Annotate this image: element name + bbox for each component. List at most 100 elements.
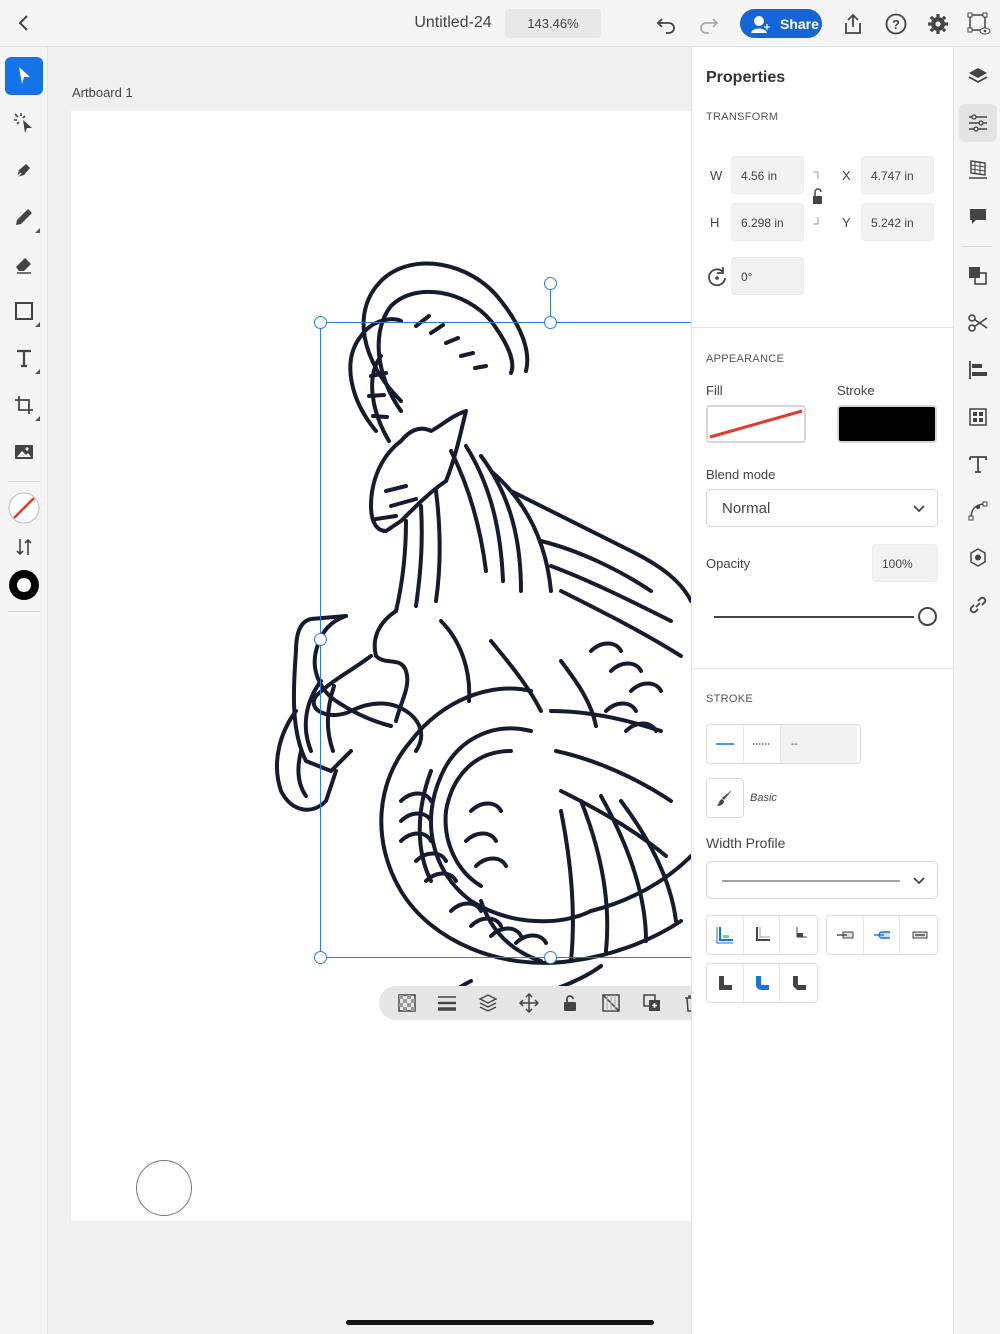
layers-icon: [968, 68, 988, 84]
align-stroke-center-icon[interactable]: [744, 916, 781, 954]
brush-icon: [707, 779, 743, 817]
transform-tool[interactable]: [5, 386, 43, 424]
opacity-field[interactable]: 100%: [872, 544, 938, 582]
x-position-field[interactable]: 4.747 in: [861, 156, 934, 194]
toolbar-divider: [8, 611, 40, 612]
miter-join-icon[interactable]: [707, 964, 744, 1002]
align-stroke-outside-icon[interactable]: [780, 916, 817, 954]
right-rail: [953, 47, 1000, 1334]
blend-mode-dropdown[interactable]: Normal: [706, 489, 938, 527]
touch-shortcut[interactable]: [136, 1160, 192, 1216]
brush-button[interactable]: [706, 778, 744, 818]
image-icon: [15, 445, 33, 459]
fill-color-swatch[interactable]: [706, 405, 806, 443]
transform-section-label: TRANSFORM: [706, 111, 779, 123]
redo-icon[interactable]: [697, 12, 721, 36]
resize-handle-left[interactable]: [314, 633, 327, 646]
magic-select-icon: [14, 113, 32, 133]
width-profile-dropdown[interactable]: [706, 861, 938, 899]
round-join-icon[interactable]: [744, 964, 781, 1002]
projecting-cap-icon[interactable]: [900, 916, 937, 954]
resize-handle-bottom[interactable]: [544, 951, 557, 964]
rotate-handle[interactable]: [544, 277, 557, 290]
symbols-icon: [970, 548, 986, 567]
export-icon[interactable]: [841, 12, 865, 36]
symbols-panel-button[interactable]: [959, 539, 997, 577]
blend-mode-value: Normal: [722, 500, 771, 517]
tool-flyout-indicator: [35, 228, 40, 233]
artboard-label[interactable]: Artboard 1: [72, 85, 133, 100]
direct-selection-tool[interactable]: [5, 104, 43, 142]
top-bar: Untitled-24 143.46% Share ?: [0, 0, 1000, 47]
butt-cap-icon[interactable]: [827, 916, 864, 954]
width-profile-label: Width Profile: [706, 835, 786, 851]
help-icon[interactable]: ?: [884, 12, 908, 36]
stroke-color-swatch[interactable]: [837, 405, 937, 443]
shape-tool[interactable]: [5, 292, 43, 330]
place-image-tool[interactable]: [5, 433, 43, 471]
chevron-down-icon: [913, 877, 925, 885]
layers-panel-button[interactable]: [959, 57, 997, 95]
grid-panel-button[interactable]: [959, 151, 997, 189]
opacity-slider-thumb[interactable]: [918, 607, 937, 626]
share-button[interactable]: Share: [740, 9, 822, 38]
round-cap-icon[interactable]: [864, 916, 901, 954]
back-chevron-icon[interactable]: [14, 11, 36, 35]
blend-mode-label: Blend mode: [706, 467, 776, 482]
zoom-level[interactable]: 143.46%: [505, 9, 601, 38]
move-icon[interactable]: [518, 992, 540, 1014]
eraser-tool[interactable]: [5, 245, 43, 283]
settings-gear-icon[interactable]: [926, 12, 950, 36]
comments-panel-button[interactable]: [959, 198, 997, 236]
pathfinder-button[interactable]: [959, 257, 997, 295]
dotted-stroke-option[interactable]: [744, 725, 781, 763]
delete-icon[interactable]: [682, 993, 691, 1013]
tool-flyout-indicator: [35, 322, 40, 327]
bevel-join-icon[interactable]: [780, 964, 817, 1002]
resize-handle-top[interactable]: [544, 316, 557, 329]
pathfinder-icon: [969, 267, 987, 285]
stroke-section-label: STROKE: [706, 693, 754, 705]
fill-swatch[interactable]: [5, 489, 43, 527]
home-indicator: [346, 1320, 654, 1325]
resize-handle-top-left[interactable]: [314, 316, 327, 329]
hide-icon[interactable]: [601, 993, 621, 1013]
undo-icon[interactable]: [654, 12, 678, 36]
rotation-field[interactable]: 0°: [731, 257, 804, 295]
type-panel-button[interactable]: [959, 445, 997, 483]
width-field[interactable]: 4.56 in: [731, 156, 804, 194]
type-tool[interactable]: [5, 339, 43, 377]
y-position-field[interactable]: 5.242 in: [861, 203, 934, 241]
stroke-swatch[interactable]: [5, 566, 43, 604]
opacity-slider-track[interactable]: [714, 616, 914, 618]
constrain-proportions-toggle[interactable]: [810, 169, 824, 229]
selection-tool[interactable]: [5, 57, 43, 95]
properties-panel-button[interactable]: [959, 104, 997, 142]
scissors-tool-button[interactable]: [959, 304, 997, 342]
height-field[interactable]: 6.298 in: [731, 203, 804, 241]
document-title[interactable]: Untitled-24: [400, 14, 506, 32]
stroke-weight-icon[interactable]: [437, 993, 457, 1013]
crop-transform-icon: [15, 396, 33, 414]
dash-pattern-field[interactable]: --: [781, 725, 857, 763]
selection-bounding-box[interactable]: [320, 322, 691, 958]
align-panel-button[interactable]: [959, 351, 997, 389]
path-panel-button[interactable]: [959, 492, 997, 530]
repeat-grid-button[interactable]: [959, 398, 997, 436]
solid-stroke-option[interactable]: [707, 725, 744, 763]
transparency-grid-icon[interactable]: [397, 993, 417, 1013]
resize-handle-bottom-left[interactable]: [314, 951, 327, 964]
canvas-area[interactable]: Artboard 1: [48, 47, 691, 1334]
sliders-icon: [969, 114, 987, 132]
links-panel-button[interactable]: [959, 586, 997, 624]
rectangle-icon: [15, 302, 33, 320]
pen-tool[interactable]: [5, 151, 43, 189]
swap-fill-stroke[interactable]: [5, 528, 43, 566]
align-stroke-inside-icon[interactable]: [707, 916, 744, 954]
pencil-tool[interactable]: [5, 198, 43, 236]
preview-path-icon[interactable]: [967, 12, 991, 36]
duplicate-icon[interactable]: [642, 993, 662, 1013]
lock-icon[interactable]: [560, 993, 580, 1013]
y-label: Y: [842, 215, 851, 230]
arrange-layers-icon[interactable]: [478, 993, 498, 1013]
